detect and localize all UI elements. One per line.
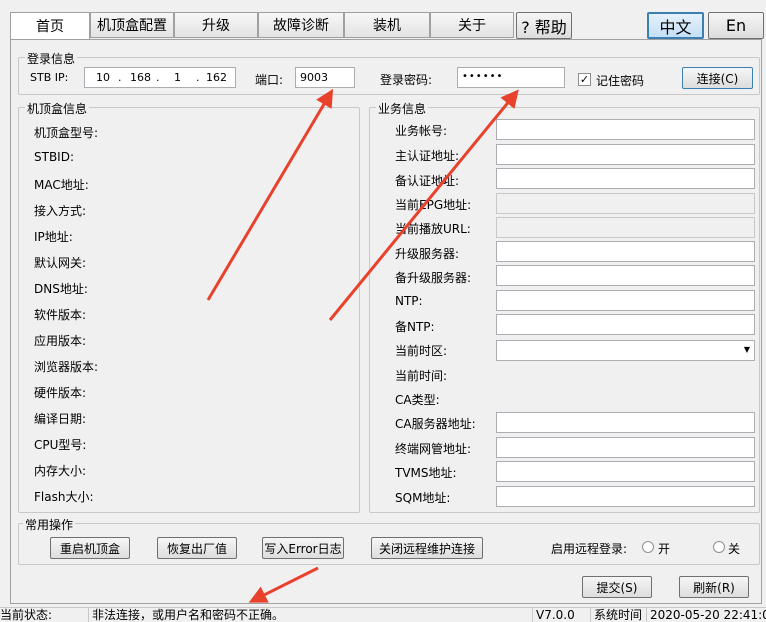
backup-upgrade-server-input[interactable]: [496, 265, 755, 286]
tvms-input[interactable]: [496, 461, 755, 482]
stb-ip-label: STB IP:: [30, 71, 69, 84]
business-field-label: 当前EPG地址:: [395, 198, 472, 212]
tab-upgrade[interactable]: 升级: [174, 12, 258, 38]
business-field-label: 升级服务器:: [395, 247, 460, 261]
timezone-select[interactable]: ▼: [496, 340, 755, 361]
ca-server-input[interactable]: [496, 412, 755, 433]
stb-info-field: 机顶盒型号:: [34, 126, 99, 140]
business-field-label: CA类型:: [395, 393, 440, 407]
ip-octet-1: 10: [96, 71, 110, 84]
remote-off-label: 关: [728, 542, 741, 556]
remote-on-label: 开: [658, 542, 671, 556]
current-epg-field: [496, 193, 755, 214]
ip-dot: .: [118, 71, 122, 84]
tab-about[interactable]: 关于: [430, 12, 514, 38]
backup-ntp-input[interactable]: [496, 314, 755, 335]
ip-octet-2: 168: [130, 71, 151, 84]
stb-info-field: 内存大小:: [34, 464, 87, 478]
stb-info-field: Flash大小:: [34, 490, 94, 504]
upgrade-server-input[interactable]: [496, 241, 755, 262]
submit-button[interactable]: 提交(S): [582, 576, 652, 598]
reboot-button[interactable]: 重启机顶盒: [50, 537, 130, 559]
business-info-title: 业务信息: [376, 100, 429, 117]
stb-info-field: IP地址:: [34, 230, 73, 244]
stb-info-field: 接入方式:: [34, 204, 87, 218]
business-field-label: 当前时间:: [395, 369, 448, 383]
business-field-label: CA服务器地址:: [395, 417, 476, 431]
remote-off-radio[interactable]: [713, 541, 725, 553]
current-play-url-field: [496, 217, 755, 238]
stb-info-field: DNS地址:: [34, 282, 88, 296]
tab-diagnosis[interactable]: 故障诊断: [258, 12, 344, 38]
login-group-title: 登录信息: [25, 50, 78, 67]
ip-octet-4: 162: [206, 71, 227, 84]
business-field-label: 备认证地址:: [395, 174, 460, 188]
status-label: 当前状态:: [0, 608, 53, 622]
business-field-label: 终端网管地址:: [395, 442, 472, 456]
business-field-label: SQM地址:: [395, 491, 451, 505]
stb-info-field: STBID:: [34, 150, 75, 164]
sqm-input[interactable]: [496, 486, 755, 507]
business-field-label: TVMS地址:: [395, 466, 457, 480]
connect-button[interactable]: 连接(C): [682, 67, 753, 89]
password-input[interactable]: ••••••: [457, 67, 565, 88]
remember-password-checkbox[interactable]: ✓: [578, 73, 591, 86]
tab-install[interactable]: 装机: [344, 12, 430, 38]
lang-zh-button[interactable]: 中文: [647, 12, 704, 39]
system-time-value: 2020-05-20 22:41:00: [646, 608, 766, 622]
business-account-input[interactable]: [496, 119, 755, 140]
business-field-label: 主认证地址:: [395, 149, 460, 163]
remote-login-label: 启用远程登录:: [551, 542, 628, 556]
refresh-button[interactable]: 刷新(R): [679, 576, 749, 598]
ntp-input[interactable]: [496, 290, 755, 311]
stb-info-field: 应用版本:: [34, 334, 87, 348]
stb-info-field: 软件版本:: [34, 308, 87, 322]
business-field-label: 业务帐号:: [395, 124, 448, 138]
business-field-label: 备NTP:: [395, 320, 435, 334]
chevron-down-icon: ▼: [743, 345, 750, 354]
business-field-label: 备升级服务器:: [395, 271, 472, 285]
stb-info-field: CPU型号:: [34, 438, 87, 452]
business-field-label: 当前播放URL:: [395, 222, 471, 236]
stb-info-field: 浏览器版本:: [34, 360, 99, 374]
ip-octet-3: 1: [174, 71, 181, 84]
factory-reset-button[interactable]: 恢复出厂值: [157, 537, 237, 559]
status-message: 非法连接，或用户名和密码不正确。: [88, 608, 532, 622]
business-field-label: NTP:: [395, 294, 423, 308]
stb-info-title: 机顶盒信息: [25, 100, 90, 117]
business-field-label: 当前时区:: [395, 344, 448, 358]
help-button[interactable]: ? 帮助: [516, 12, 572, 39]
password-label: 登录密码:: [380, 73, 433, 87]
remember-password-label: 记住密码: [596, 74, 645, 88]
common-ops-title: 常用操作: [23, 516, 76, 533]
stb-info-field: 默认网关:: [34, 256, 87, 270]
main-auth-input[interactable]: [496, 144, 755, 165]
remote-on-radio[interactable]: [642, 541, 654, 553]
system-time-label: 系统时间: [590, 608, 646, 622]
close-remote-button[interactable]: 关闭远程维护连接: [371, 537, 483, 559]
terminal-nms-input[interactable]: [496, 437, 755, 458]
status-bar: 当前状态: 非法连接，或用户名和密码不正确。 V7.0.0 系统时间 2020-…: [0, 607, 766, 622]
port-label: 端口:: [255, 73, 284, 87]
tab-home[interactable]: 首页: [10, 12, 90, 40]
tab-stb-config[interactable]: 机顶盒配置: [90, 12, 174, 38]
version-text: V7.0.0: [532, 608, 590, 622]
ip-dot: .: [156, 71, 160, 84]
ip-dot: .: [196, 71, 200, 84]
stb-info-field: 编译日期:: [34, 412, 87, 426]
port-input[interactable]: 9003: [295, 67, 355, 88]
backup-auth-input[interactable]: [496, 168, 755, 189]
lang-en-button[interactable]: En: [708, 12, 764, 39]
stb-info-field: MAC地址:: [34, 178, 89, 192]
stb-info-field: 硬件版本:: [34, 386, 87, 400]
write-error-log-button[interactable]: 写入Error日志: [262, 537, 344, 559]
